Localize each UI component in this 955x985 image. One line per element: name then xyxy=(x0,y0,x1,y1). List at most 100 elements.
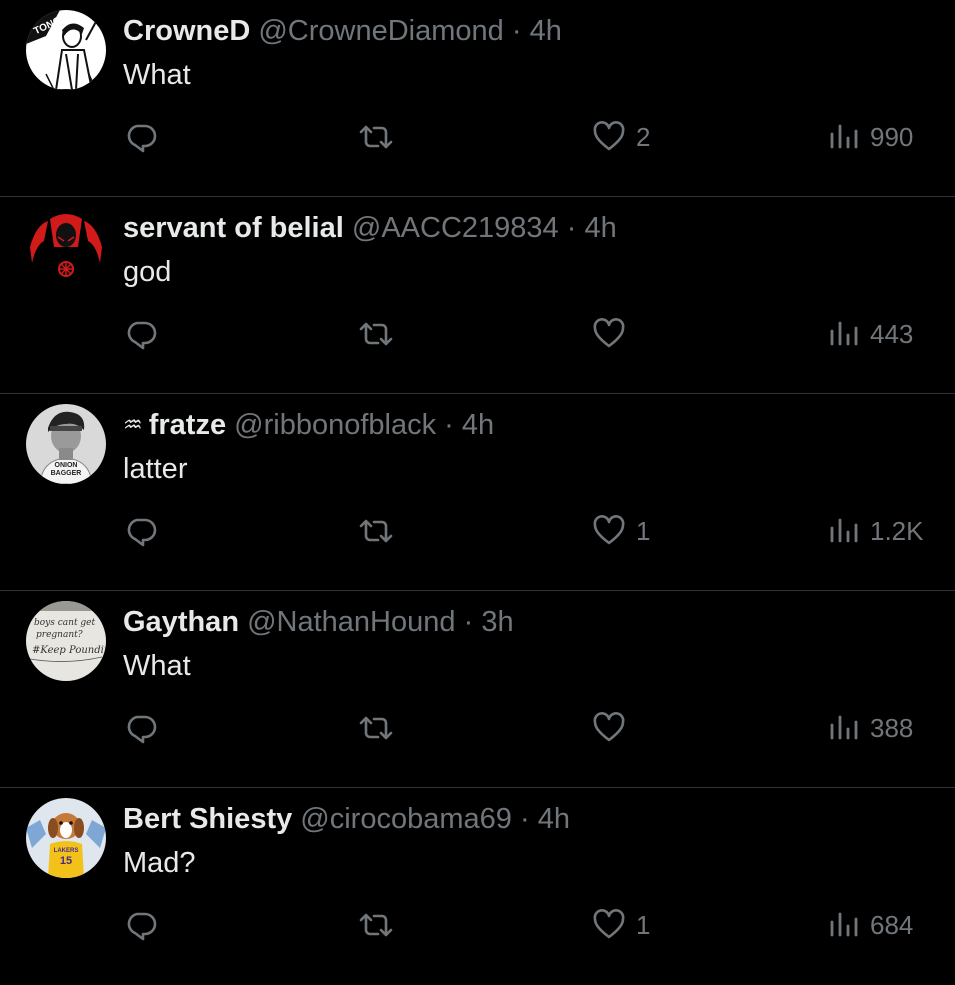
avatar[interactable]: ONION BAGGER xyxy=(26,404,106,484)
like-count: 1 xyxy=(636,515,651,546)
reply-icon xyxy=(127,124,157,153)
tweet-header: servant of belial @AACC219834 · 4h xyxy=(123,209,617,247)
like-button[interactable] xyxy=(592,308,636,360)
like-count: 1 xyxy=(636,909,651,940)
separator-dot: · xyxy=(463,606,474,638)
views-icon xyxy=(830,715,858,740)
tweet-text: What xyxy=(123,59,191,91)
views-button[interactable]: 990 xyxy=(828,111,913,163)
aquarius-emoji: ♒ xyxy=(123,412,143,437)
display-name[interactable]: servant of belial xyxy=(123,212,344,244)
action-bar: 1 684 xyxy=(0,899,955,951)
retweet-button[interactable] xyxy=(357,308,395,360)
retweet-button[interactable] xyxy=(357,505,395,557)
separator-dot: · xyxy=(566,212,577,244)
svg-text:boys cant get: boys cant get xyxy=(34,618,96,628)
user-handle[interactable]: @cirocobama69 xyxy=(300,803,512,835)
views-icon xyxy=(830,912,858,937)
tweet[interactable]: servant of belial @AACC219834 · 4h god 4… xyxy=(0,197,955,394)
retweet-button[interactable] xyxy=(357,111,395,163)
views-button[interactable]: 388 xyxy=(828,702,913,754)
views-icon xyxy=(830,321,858,346)
user-handle[interactable]: @NathanHound xyxy=(247,606,455,638)
svg-text:#Keep Pounding: #Keep Pounding xyxy=(32,645,106,656)
like-button[interactable]: 1 xyxy=(592,899,650,951)
retweet-icon xyxy=(359,519,393,543)
tweet-text: god xyxy=(123,256,172,288)
action-bar: 1 1.2K xyxy=(0,505,955,557)
reply-button[interactable] xyxy=(124,702,158,754)
user-handle[interactable]: @CrowneDiamond xyxy=(258,15,503,47)
retweet-icon xyxy=(359,913,393,937)
svg-text:LAKERS: LAKERS xyxy=(54,848,79,854)
view-count: 1.2K xyxy=(870,515,924,546)
reply-icon xyxy=(127,321,157,350)
views-button[interactable]: 684 xyxy=(828,899,913,951)
reply-button[interactable] xyxy=(124,899,158,951)
like-button[interactable]: 1 xyxy=(592,505,650,557)
views-button[interactable]: 443 xyxy=(828,308,913,360)
action-bar: 443 xyxy=(0,308,955,360)
heart-icon xyxy=(593,712,625,742)
avatar[interactable]: LAKERS 15 xyxy=(26,798,106,878)
display-name[interactable]: CrowneD xyxy=(123,15,250,47)
reply-button[interactable] xyxy=(124,505,158,557)
views-icon xyxy=(830,518,858,543)
user-handle[interactable]: @AACC219834 xyxy=(352,212,559,244)
action-bar: 2 990 xyxy=(0,111,955,163)
timestamp[interactable]: 4h xyxy=(538,803,570,835)
view-count: 443 xyxy=(870,318,914,349)
reply-icon xyxy=(127,715,157,744)
timestamp[interactable]: 3h xyxy=(481,606,513,638)
reply-icon xyxy=(127,912,157,941)
reply-icon xyxy=(127,518,157,547)
like-count: 2 xyxy=(636,121,651,152)
avatar[interactable]: boys cant get pregnant? #Keep Pounding xyxy=(26,601,106,681)
action-bar: 388 xyxy=(0,702,955,754)
retweet-icon xyxy=(359,322,393,346)
heart-icon xyxy=(593,909,625,939)
svg-text:ONION: ONION xyxy=(55,462,78,469)
heart-icon xyxy=(593,515,625,545)
svg-text:15: 15 xyxy=(60,855,72,867)
like-button[interactable]: 2 xyxy=(592,111,650,163)
display-name[interactable]: fratze xyxy=(149,409,226,441)
heart-icon xyxy=(593,121,625,151)
separator-dot: · xyxy=(444,409,454,441)
avatar[interactable] xyxy=(26,207,106,287)
timestamp[interactable]: 4h xyxy=(584,212,616,244)
view-count: 990 xyxy=(870,121,914,152)
tweet[interactable]: boys cant get pregnant? #Keep Pounding G… xyxy=(0,591,955,788)
user-handle[interactable]: @ribbonofblack xyxy=(234,409,436,441)
retweet-button[interactable] xyxy=(357,702,395,754)
tweet-text: Mad? xyxy=(123,847,196,879)
reply-button[interactable] xyxy=(124,308,158,360)
retweet-icon xyxy=(359,125,393,149)
retweet-icon xyxy=(359,716,393,740)
heart-icon xyxy=(593,318,625,348)
tweet-text: What xyxy=(123,650,191,682)
reply-button[interactable] xyxy=(124,111,158,163)
display-name[interactable]: Bert Shiesty xyxy=(123,803,292,835)
svg-text:pregnant?: pregnant? xyxy=(36,630,83,640)
tweet[interactable]: TONG CrowneD @CrowneDiamond · 4h What 2 … xyxy=(0,0,955,197)
view-count: 388 xyxy=(870,712,914,743)
tweet[interactable]: ONION BAGGER ♒ fratze @ribbonofblack · 4h… xyxy=(0,394,955,591)
timestamp[interactable]: 4h xyxy=(462,409,494,441)
avatar[interactable]: TONG xyxy=(26,10,106,90)
retweet-button[interactable] xyxy=(357,899,395,951)
views-button[interactable]: 1.2K xyxy=(828,505,924,557)
reply-feed: TONG CrowneD @CrowneDiamond · 4h What 2 … xyxy=(0,0,955,985)
like-button[interactable] xyxy=(592,702,636,754)
tweet-text: latter xyxy=(123,453,188,485)
views-icon xyxy=(830,124,858,149)
timestamp[interactable]: 4h xyxy=(530,15,562,47)
tweet-header: Gaythan @NathanHound · 3h xyxy=(123,603,514,641)
separator-dot: · xyxy=(511,15,522,47)
tweet-header: ♒ fratze @ribbonofblack · 4h xyxy=(123,406,494,444)
view-count: 684 xyxy=(870,909,914,940)
separator-dot: · xyxy=(519,803,530,835)
tweet[interactable]: LAKERS 15 Bert Shiesty @cirocobama69 · 4… xyxy=(0,788,955,985)
tweet-header: Bert Shiesty @cirocobama69 · 4h xyxy=(123,800,570,838)
display-name[interactable]: Gaythan xyxy=(123,606,239,638)
